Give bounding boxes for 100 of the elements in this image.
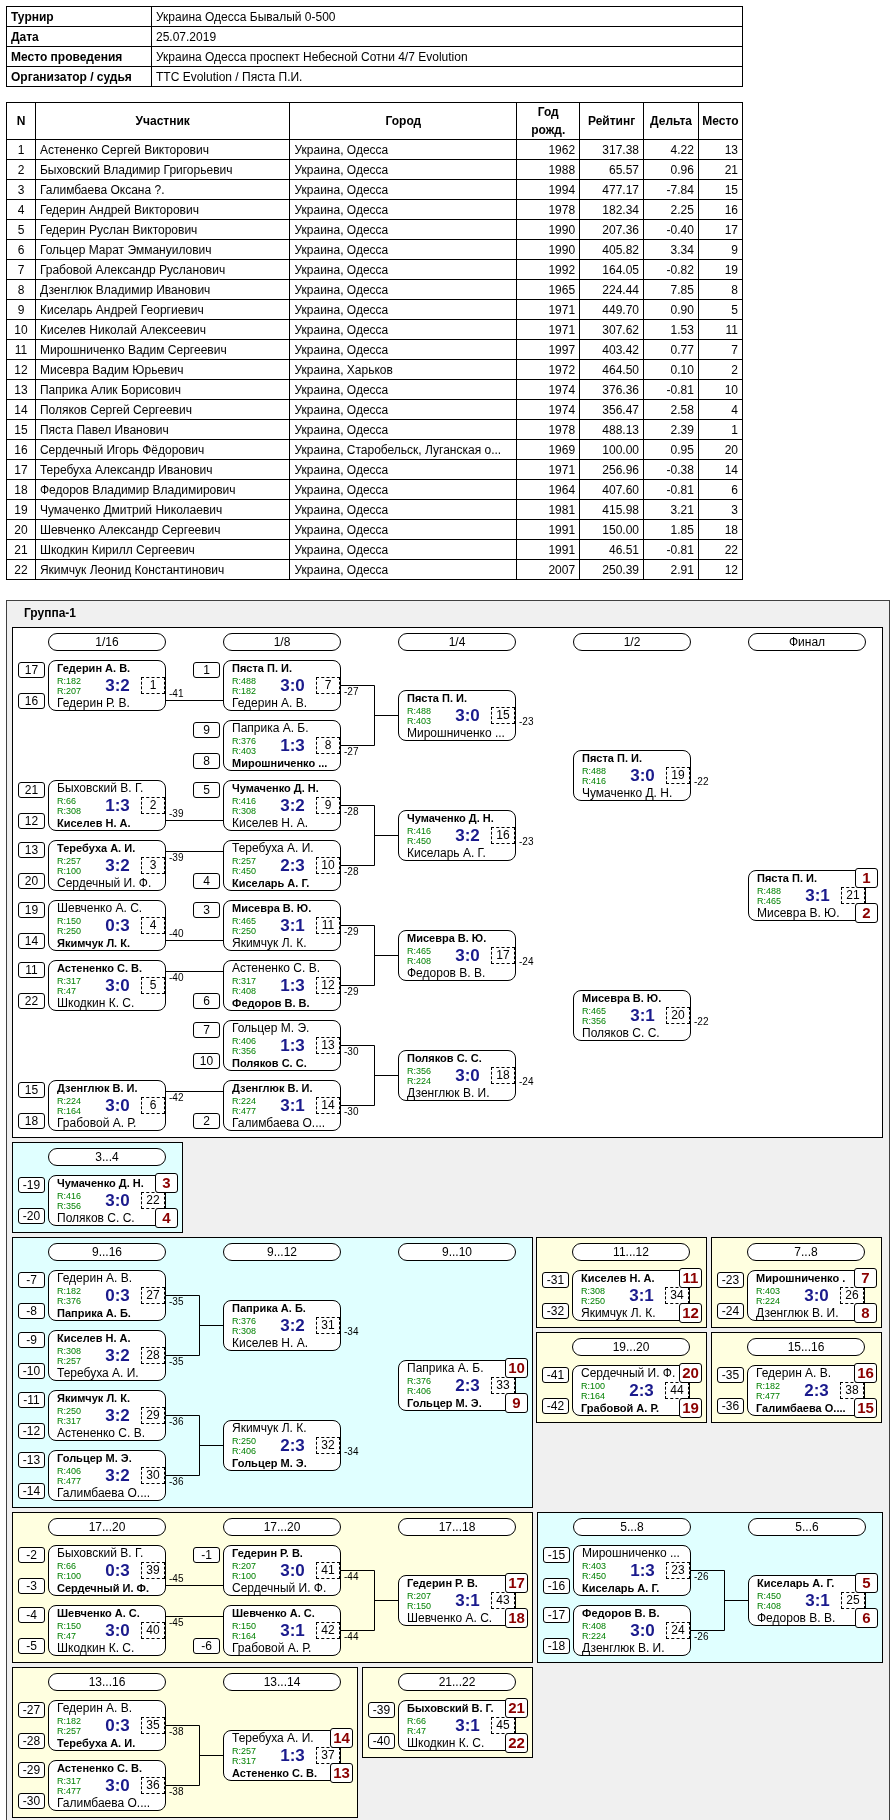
seed-box: -41 <box>542 1367 569 1383</box>
rating: R:356 <box>57 1200 82 1211</box>
seed-box: -3 <box>18 1578 45 1594</box>
match-score: 3:0 <box>105 1095 130 1116</box>
loser-destination: -23 <box>519 716 534 727</box>
rating: R:376 <box>407 1375 432 1386</box>
rating: R:47 <box>407 1725 426 1736</box>
match-score: 3:2 <box>105 1405 130 1426</box>
player-name: Грабовой А. Р. <box>581 1401 660 1415</box>
match-score: 3:1 <box>280 1095 305 1116</box>
column-header: Год рожд. <box>516 102 580 140</box>
info-value: 25.07.2019 <box>151 26 743 47</box>
rating: R:224 <box>232 1095 257 1106</box>
rating: R:356 <box>232 1045 257 1056</box>
table-cell: 307.62 <box>579 319 644 340</box>
match-number: 27 <box>141 1287 165 1304</box>
seed-box: 11 <box>18 962 45 978</box>
match-number: 45 <box>491 1717 515 1734</box>
table-cell: Поляков Сергей Сергеевич <box>35 399 290 420</box>
rating: R:376 <box>232 1315 257 1326</box>
rating: R:250 <box>581 1295 606 1306</box>
table-cell: -0.81 <box>643 479 699 500</box>
table-cell: 14 <box>698 459 743 480</box>
loser-destination: -45 <box>169 1617 184 1628</box>
column-header: Город <box>289 102 517 140</box>
column-header: Место <box>698 102 743 140</box>
match-number: 33 <box>491 1377 515 1394</box>
loser-destination: -22 <box>694 776 709 787</box>
match-score: 2:3 <box>804 1380 829 1401</box>
table-cell: 2 <box>6 159 36 180</box>
rating: R:257 <box>232 1745 257 1756</box>
table-cell: 18 <box>6 479 36 500</box>
player-name: Пяста П. И. <box>407 691 467 705</box>
place-badge: 4 <box>155 1208 178 1228</box>
seed-box: -5 <box>18 1638 45 1654</box>
round-header: 11...12 <box>572 1243 690 1261</box>
rating: R:250 <box>57 925 82 936</box>
rating: R:164 <box>232 1630 257 1641</box>
match-score: 3:1 <box>629 1285 654 1306</box>
table-cell: Украина, Одесса <box>289 319 517 340</box>
player-name: Дзенглюк В. И. <box>232 1081 313 1095</box>
place-badge: 17 <box>505 1573 528 1593</box>
table-cell: 7 <box>698 339 743 360</box>
rating: R:416 <box>57 1190 82 1201</box>
seed-box: -4 <box>18 1607 45 1623</box>
table-cell: 2.91 <box>643 559 699 580</box>
match-score: 1:3 <box>280 1035 305 1056</box>
player-name: Чумаченко Д. Н. <box>407 811 494 825</box>
seed-box: -2 <box>18 1547 45 1563</box>
loser-destination: -30 <box>344 1106 359 1117</box>
loser-destination: -26 <box>694 1571 709 1582</box>
rating: R:406 <box>232 1035 257 1046</box>
match-score: 3:2 <box>105 1465 130 1486</box>
player-name: Федоров В. В. <box>582 1606 660 1620</box>
player-name: Гедерин Р. В. <box>232 1546 303 1560</box>
loser-destination: -41 <box>169 688 184 699</box>
rating: R:465 <box>232 915 257 926</box>
rating: R:250 <box>57 1405 82 1416</box>
seed-box: -39 <box>368 1702 395 1718</box>
match-score: 3:0 <box>804 1285 829 1306</box>
player-name: Шевченко А. С. <box>232 1606 315 1620</box>
place-badge: 18 <box>505 1608 528 1628</box>
match-number: 21 <box>841 887 865 904</box>
round-header: 13...16 <box>48 1673 166 1691</box>
player-name: Гедерин А. В. <box>57 1271 133 1285</box>
match-number: 40 <box>141 1622 165 1639</box>
table-cell: 12 <box>698 559 743 580</box>
table-cell: Мисевра Вадим Юрьевич <box>35 359 290 380</box>
seed-box: -11 <box>18 1392 45 1408</box>
place-badge: 16 <box>854 1363 877 1383</box>
table-cell: 464.50 <box>579 359 644 380</box>
player-name: Астененко С. В. <box>232 961 321 975</box>
rating: R:488 <box>582 765 607 776</box>
loser-destination: -45 <box>169 1573 184 1584</box>
player-name: Теребуха А. И. <box>57 1736 136 1750</box>
table-cell: 1969 <box>516 439 580 460</box>
table-cell: Быховский Владимир Григорьевич <box>35 159 290 180</box>
table-cell: 376.36 <box>579 379 644 400</box>
match-number: 28 <box>141 1347 165 1364</box>
player-name: Паприка А. Б. <box>57 1306 131 1320</box>
table-cell: 10 <box>6 319 36 340</box>
table-cell: Сердечный Игорь Фёдорович <box>35 439 290 460</box>
rating: R:450 <box>757 1590 782 1601</box>
match-number: 15 <box>491 707 515 724</box>
rating: R:100 <box>57 865 82 876</box>
table-cell: 0.10 <box>643 359 699 380</box>
table-cell: 1972 <box>516 359 580 380</box>
rating: R:150 <box>57 1620 82 1631</box>
seed-box: -31 <box>542 1272 569 1288</box>
table-cell: Киселев Николай Алексеевич <box>35 319 290 340</box>
player-name: Мисевра В. Ю. <box>757 906 840 920</box>
match-number: 29 <box>141 1407 165 1424</box>
match-number: 42 <box>316 1622 340 1639</box>
place-badge: 5 <box>855 1573 878 1593</box>
seed-box: 2 <box>193 1113 220 1129</box>
table-cell: 13 <box>698 139 743 160</box>
table-cell: Грабовой Александр Русланович <box>35 259 290 280</box>
loser-destination: -27 <box>344 686 359 697</box>
rating: R:182 <box>57 1715 82 1726</box>
table-cell: Теребуха Александр Иванович <box>35 459 290 480</box>
